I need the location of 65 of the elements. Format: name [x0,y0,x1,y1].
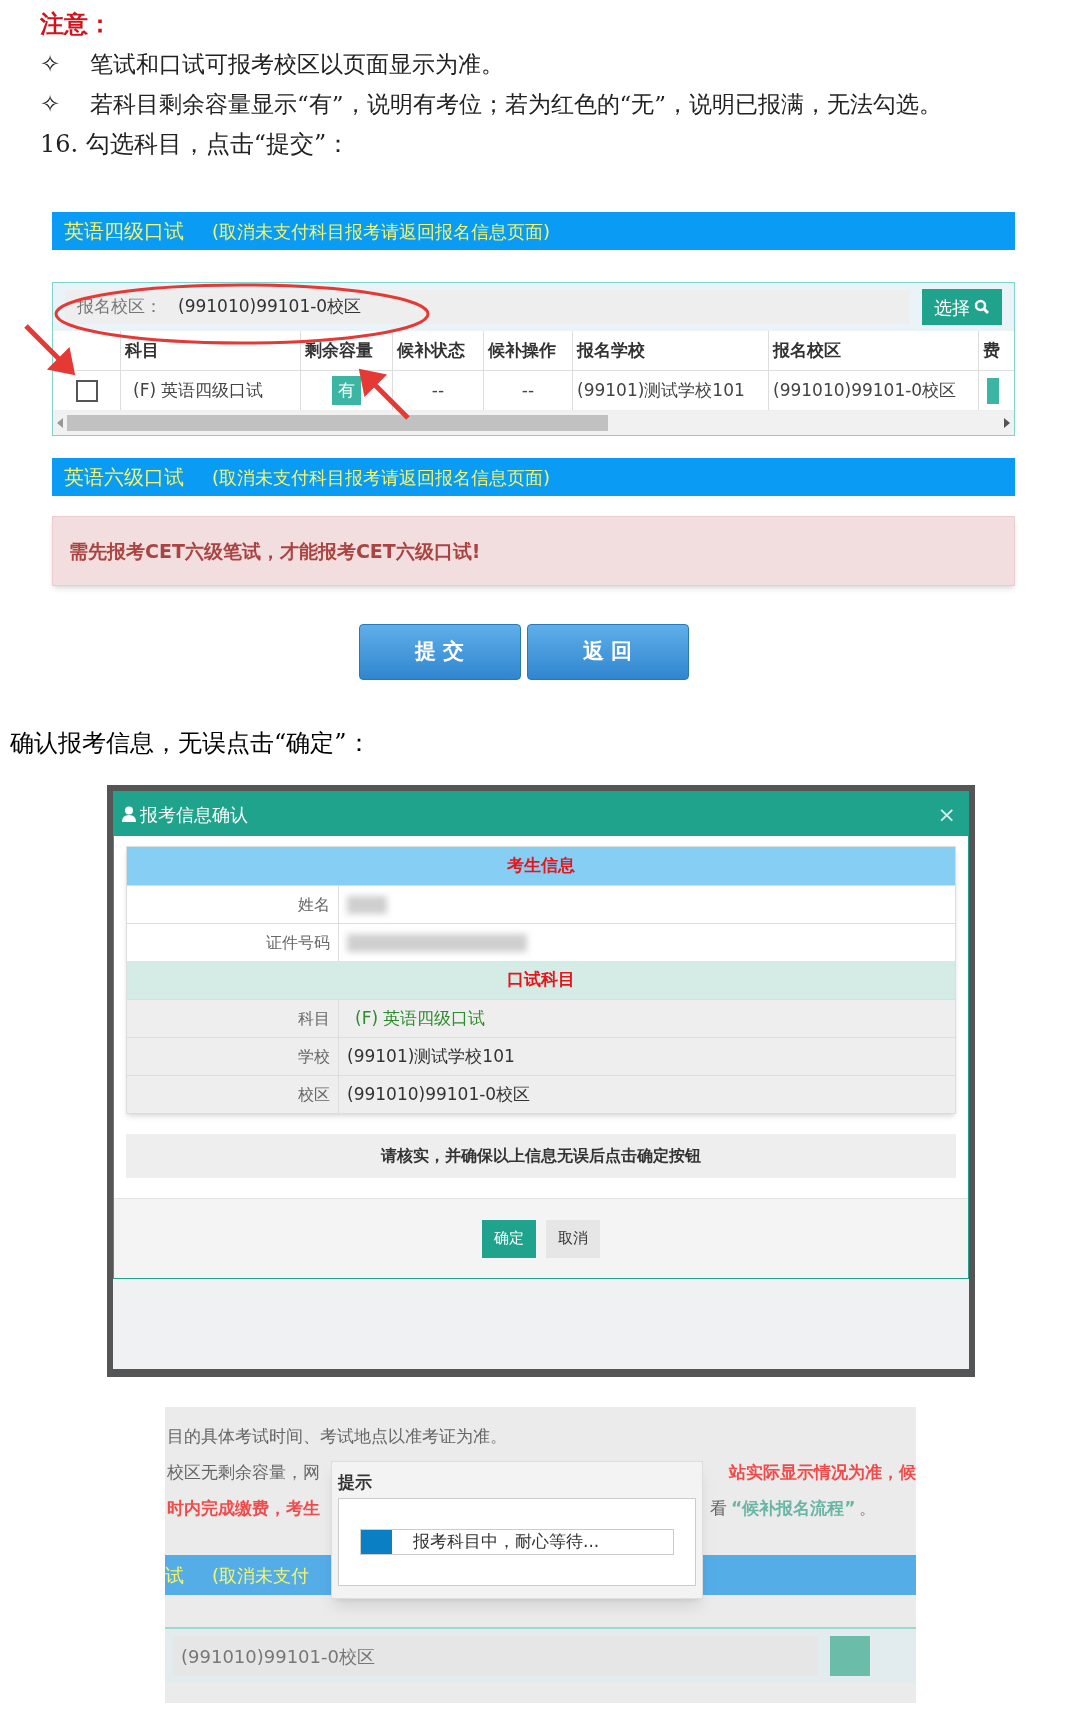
section-title: 英语四级口试 [64,218,184,245]
table-cell-text: (99101)测试学校101 [577,378,745,402]
section-hint: (取消未支付 [212,1563,310,1588]
bullet-marker: ✧ [40,89,60,120]
campus-field[interactable]: (991010)99101-0校区 [173,1636,818,1676]
info-text: 。 [859,1497,877,1521]
row-checkbox[interactable] [75,379,98,402]
column-header: 科目 [125,338,159,362]
column-header: 剩余容量 [305,338,373,362]
dialog-title: 提示 [338,1471,372,1495]
dialog-title: 报考信息确认 [140,802,249,827]
section-heading-text: 考生信息 [507,854,575,878]
section-hint: (取消未支付科目报考请返回报名信息页面) [212,465,551,490]
info-text: 站实际显示情况为准，候 [729,1461,916,1485]
note-text: 若科目剩余容量显示“有”，说明有考位；若为红色的“无”，说明已报满，无法勾选。 [90,90,943,119]
close-button[interactable]: × [933,797,960,831]
field-label: 姓名 [298,893,330,916]
section-heading-text: 口试科目 [507,968,575,992]
field-label: 校区 [298,1083,330,1106]
note-text: 笔试和口试可报考校区以页面显示为准。 [90,50,504,79]
scrollbar-thumb[interactable] [67,415,609,431]
section-title: 英语六级口试 [64,464,184,491]
bullet-marker: ✧ [40,49,60,80]
progress-message: 报考科目中，耐心等待... [413,1530,600,1554]
column-header: 报名学校 [577,338,645,362]
table-cell-text: (F) 英语四级口试 [133,378,264,402]
step-text: 16. 勾选科目，点击“提交”： [40,130,351,158]
field-label: 证件号码 [266,931,330,954]
field-label: 学校 [298,1045,330,1068]
campus-label: 报名校区： [77,295,162,319]
column-header: 候补操作 [488,338,556,362]
user-icon [122,806,136,822]
table-cell-text: (991010)99101-0校区 [773,378,957,402]
info-text: 目的具体考试时间、考试地点以准考证为准。 [167,1425,507,1449]
fee-button[interactable] [987,377,999,404]
field-value: (99101)测试学校101 [347,1044,515,1068]
dialog-button[interactable]: 确定 [482,1219,536,1258]
campus-field[interactable]: 报名校区： (991010)99101-0校区 [65,290,910,324]
column-header: 报名校区 [773,338,841,362]
section-title: 试 [165,1562,184,1588]
process-link[interactable]: “候补报名流程” [731,1496,856,1522]
search-icon [974,299,990,315]
dialog-button[interactable]: 取消 [546,1219,600,1258]
column-header: 候补状态 [397,338,465,362]
table-cell-text: -- [521,378,535,402]
info-text: 校区无剩余容量，网 [167,1461,320,1485]
select-button[interactable]: 选择 [922,289,1002,325]
table-cell-text: -- [431,378,445,402]
field-label: 科目 [298,1007,330,1030]
info-text: 时内完成缴费，考生 [167,1497,320,1521]
campus-value: (991010)99101-0校区 [181,1644,375,1669]
info-text: 看 [710,1497,727,1521]
field-value: (991010)99101-0校区 [347,1082,531,1106]
form-button[interactable]: 提 交 [358,624,521,680]
form-button[interactable]: 返 回 [526,624,689,680]
step-text: 确认报考信息，无误点击“确定”： [10,729,371,757]
redacted-value [347,895,387,914]
column-header: 费 [983,338,1000,362]
notice-text: 请核实，并确保以上信息无误后点击确定按钮 [381,1145,701,1167]
scroll-right-icon[interactable] [1004,418,1010,428]
field-value: (F) 英语四级口试 [354,1006,486,1030]
section-hint: (取消未支付科目报考请返回报名信息页面) [212,219,551,244]
notes-heading: 注意： [40,9,112,38]
campus-value: (991010)99101-0校区 [178,295,362,319]
alert-message: 需先报考CET六级笔试，才能报考CET六级口试! [69,538,481,564]
